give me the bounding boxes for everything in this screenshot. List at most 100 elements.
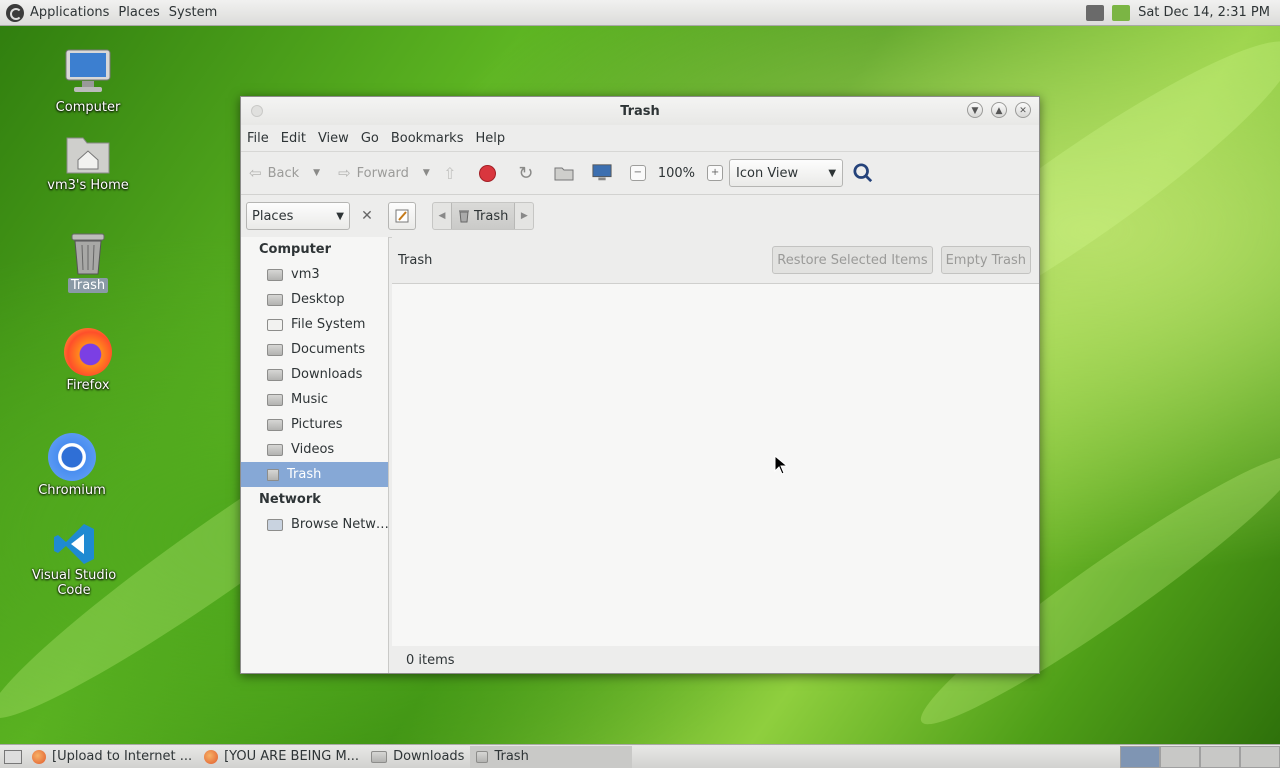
chevron-down-icon: ▼ bbox=[828, 167, 837, 179]
firefox-icon bbox=[204, 749, 219, 764]
desktop-icon-label: vm3's Home bbox=[47, 178, 129, 193]
workspace-2[interactable] bbox=[1160, 745, 1200, 768]
forward-button[interactable]: ⇨ Forward ▼ bbox=[338, 164, 430, 182]
restore-selected-items-button[interactable]: Restore Selected Items bbox=[772, 246, 933, 274]
stop-button[interactable] bbox=[478, 163, 498, 183]
trash-icon bbox=[459, 210, 469, 223]
breadcrumb-left-icon[interactable]: ◀ bbox=[433, 211, 451, 221]
location-bar: Places ▼ ✕ ◀ Trash ▶ bbox=[241, 195, 1039, 238]
back-label: Back bbox=[267, 165, 300, 181]
applications-menu[interactable]: Applications bbox=[30, 5, 109, 20]
reload-button[interactable]: ↻ bbox=[516, 163, 536, 184]
workspace-3[interactable] bbox=[1200, 745, 1240, 768]
desktop-icon-firefox[interactable]: Firefox bbox=[33, 328, 143, 393]
sidebar-item-music[interactable]: Music bbox=[241, 387, 388, 412]
desktop-icon-trash[interactable]: Trash bbox=[33, 230, 143, 293]
taskbar-item-downloads[interactable]: Downloads bbox=[365, 746, 470, 768]
search-button[interactable] bbox=[853, 163, 873, 183]
trash-info-label: Trash bbox=[398, 252, 433, 268]
empty-trash-button[interactable]: Empty Trash bbox=[940, 246, 1031, 274]
system-menu[interactable]: System bbox=[169, 5, 217, 20]
desktop-icon-label: Trash bbox=[67, 278, 109, 293]
menu-bookmarks[interactable]: Bookmarks bbox=[391, 131, 464, 146]
folder-icon bbox=[267, 293, 283, 306]
clock[interactable]: Sat Dec 14, 2:31 PM bbox=[1138, 5, 1270, 20]
taskbar-item-label: Downloads bbox=[393, 749, 465, 764]
window-menu-icon[interactable] bbox=[251, 105, 263, 117]
sidebar-item-vm3[interactable]: vm3 bbox=[241, 262, 388, 287]
taskbar-item-warning[interactable]: [YOU ARE BEING M... bbox=[198, 746, 365, 768]
sidebar-item-documents[interactable]: Documents bbox=[241, 337, 388, 362]
sidebar-item-downloads[interactable]: Downloads bbox=[241, 362, 388, 387]
taskbar-item-label: [YOU ARE BEING M... bbox=[224, 749, 360, 764]
sidebar-item-browse-network[interactable]: Browse Netw… bbox=[241, 512, 388, 537]
breadcrumb-right-icon[interactable]: ▶ bbox=[515, 211, 533, 221]
desktop-icon-home[interactable]: vm3's Home bbox=[33, 130, 143, 193]
folder-icon bbox=[267, 418, 283, 431]
trash-icon bbox=[267, 468, 279, 481]
taskbar-item-upload[interactable]: [Upload to Internet ... bbox=[26, 746, 198, 768]
sidebar-type-select[interactable]: Places ▼ bbox=[246, 202, 350, 230]
back-history-caret-icon[interactable]: ▼ bbox=[313, 168, 320, 178]
desktop-icon-label: Visual Studio Code bbox=[31, 568, 117, 598]
view-mode-select[interactable]: Icon View ▼ bbox=[729, 159, 844, 187]
zoom-in-button[interactable]: + bbox=[707, 165, 724, 181]
menu-file[interactable]: File bbox=[247, 131, 269, 146]
sidebar-item-file-system[interactable]: File System bbox=[241, 312, 388, 337]
network-icon[interactable] bbox=[1112, 4, 1131, 21]
volume-icon[interactable] bbox=[1086, 4, 1105, 21]
sidebar-item-pictures[interactable]: Pictures bbox=[241, 412, 388, 437]
mouse-cursor-icon bbox=[774, 455, 788, 475]
home-button[interactable] bbox=[554, 163, 574, 183]
menu-help[interactable]: Help bbox=[475, 131, 505, 146]
zoom-level: 100% bbox=[657, 165, 696, 181]
file-view-area[interactable] bbox=[392, 284, 1039, 646]
sidebar-item-label: Trash bbox=[287, 467, 322, 482]
forward-history-caret-icon[interactable]: ▼ bbox=[423, 168, 430, 178]
menu-go[interactable]: Go bbox=[361, 131, 379, 146]
show-desktop-button[interactable] bbox=[0, 746, 26, 768]
stop-icon bbox=[479, 164, 497, 182]
sidebar-item-desktop[interactable]: Desktop bbox=[241, 287, 388, 312]
desktop-icon-label: Computer bbox=[55, 100, 121, 115]
maximize-button[interactable]: ▲ bbox=[991, 102, 1007, 118]
workspace-4[interactable] bbox=[1240, 745, 1280, 768]
back-arrow-icon: ⇦ bbox=[249, 164, 262, 182]
sidebar-item-videos[interactable]: Videos bbox=[241, 437, 388, 462]
zoom-out-button[interactable]: − bbox=[629, 165, 646, 181]
minimize-button[interactable]: ▼ bbox=[967, 102, 983, 118]
desktop-icon-chromium[interactable]: Chromium bbox=[17, 433, 127, 498]
close-button[interactable]: ✕ bbox=[1015, 102, 1031, 118]
sidebar-item-trash[interactable]: Trash bbox=[241, 462, 388, 487]
folder-icon bbox=[267, 368, 283, 381]
desktop-icon-computer[interactable]: Computer bbox=[33, 48, 143, 115]
desktop-icon-vscode[interactable]: Visual Studio Code bbox=[19, 522, 129, 598]
menu-edit[interactable]: Edit bbox=[281, 131, 306, 146]
item-count: 0 items bbox=[406, 652, 455, 668]
window-titlebar[interactable]: Trash ▼ ▲ ✕ bbox=[241, 97, 1039, 125]
taskbar-item-trash[interactable]: Trash bbox=[470, 745, 633, 768]
trash-icon bbox=[68, 230, 108, 276]
distro-logo-icon[interactable] bbox=[6, 3, 24, 22]
workspace-1[interactable] bbox=[1120, 745, 1160, 768]
back-button[interactable]: ⇦ Back ▼ bbox=[249, 164, 320, 182]
forward-arrow-icon: ⇨ bbox=[338, 164, 351, 182]
desktop-icon-label: Firefox bbox=[66, 378, 110, 393]
home-folder-icon bbox=[64, 130, 112, 176]
breadcrumb-label: Trash bbox=[474, 208, 509, 224]
folder-icon bbox=[371, 750, 388, 763]
up-button[interactable]: ⇧ bbox=[440, 163, 460, 183]
close-sidebar-button[interactable]: ✕ bbox=[358, 208, 376, 224]
sidebar-item-label: File System bbox=[291, 317, 366, 332]
breadcrumb-item-trash[interactable]: Trash bbox=[451, 203, 516, 229]
up-arrow-icon: ⇧ bbox=[443, 163, 457, 183]
vscode-icon bbox=[52, 522, 96, 566]
top-panel: Applications Places System Sat Dec 14, 2… bbox=[0, 0, 1280, 26]
window-title: Trash bbox=[620, 103, 660, 119]
toggle-location-entry-button[interactable] bbox=[388, 202, 416, 230]
firefox-icon bbox=[64, 328, 112, 376]
places-menu[interactable]: Places bbox=[118, 5, 159, 20]
folder-icon bbox=[267, 268, 283, 281]
menu-view[interactable]: View bbox=[318, 131, 349, 146]
computer-button[interactable] bbox=[592, 163, 612, 183]
